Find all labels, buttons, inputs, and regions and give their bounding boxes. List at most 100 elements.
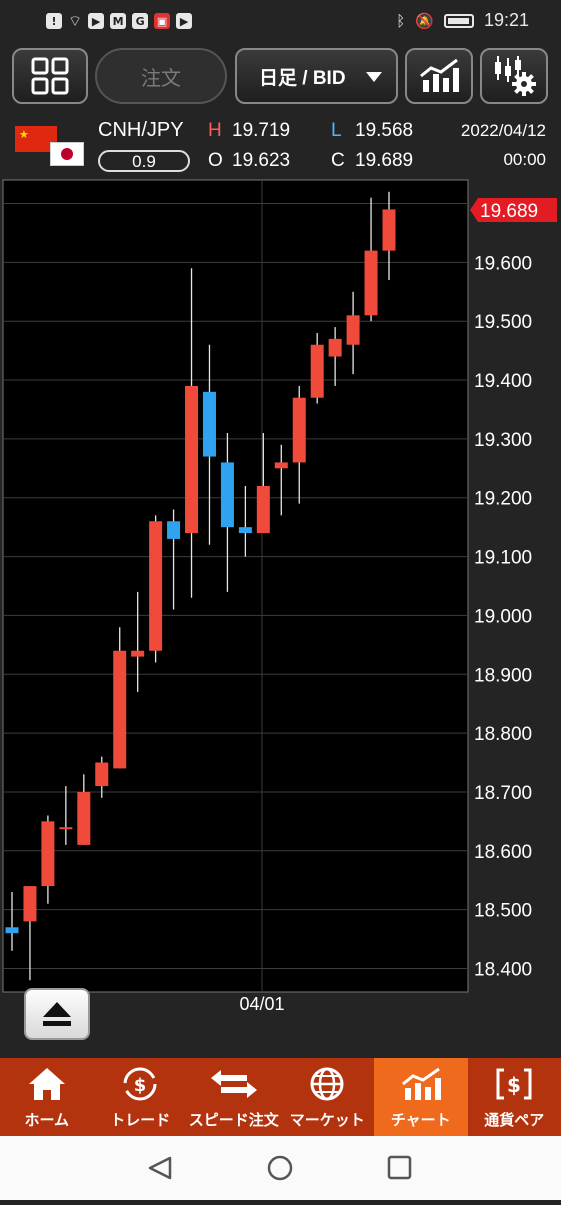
menu-grid-button[interactable]	[12, 48, 88, 104]
nav-label: ホーム	[24, 1109, 69, 1130]
currency-pair-icon: $	[494, 1066, 534, 1102]
chart-icon	[399, 1066, 443, 1102]
google-icon: G	[132, 13, 148, 29]
open-price: O19.623	[208, 150, 290, 172]
candle-up	[77, 792, 90, 845]
y-tick-label: 18.900	[474, 665, 532, 686]
indicator-button[interactable]	[405, 48, 473, 104]
bluetooth-icon: ᛒ	[396, 12, 405, 30]
order-button-label: 注文	[141, 62, 181, 91]
nav-label: スピード注文	[189, 1109, 279, 1130]
y-tick-label: 18.800	[474, 724, 532, 745]
back-icon[interactable]	[150, 1158, 170, 1178]
cube-icon: ▣	[154, 13, 170, 29]
timeframe-label: 日足 / BID	[259, 63, 346, 90]
status-bar: ! ⌔ ▶ M G ▣ ▶ ᛒ 🔕 19:21	[0, 0, 561, 42]
y-tick-label: 19.200	[474, 489, 532, 510]
speed-order-icon	[207, 1066, 261, 1102]
nav-label: チャート	[391, 1109, 451, 1130]
youtube-icon: ▶	[176, 13, 192, 29]
chevron-down-icon	[366, 72, 382, 82]
y-tick-label: 19.400	[474, 371, 532, 392]
nav-label: マーケット	[290, 1109, 365, 1130]
nav-label: 通貨ペア	[484, 1109, 544, 1130]
y-tick-label: 19.500	[474, 312, 532, 333]
eject-icon	[26, 990, 88, 1038]
nav-trade[interactable]: $ トレード	[94, 1058, 188, 1136]
nav-home[interactable]: ホーム	[0, 1058, 94, 1136]
toolbar: 注文 日足 / BID	[0, 42, 561, 110]
candle-date: 2022/04/12	[461, 121, 546, 141]
low-price: L19.568	[331, 120, 413, 142]
spread-badge: 0.9	[98, 150, 190, 172]
candle-up	[383, 209, 396, 250]
candle-up	[149, 521, 162, 650]
candle-up	[365, 251, 378, 316]
candle-up	[347, 315, 360, 344]
battery-icon	[444, 14, 474, 28]
alert-icon: !	[46, 13, 62, 29]
status-time: 19:21	[484, 10, 529, 31]
y-tick-label: 19.100	[474, 548, 532, 569]
notification-icons: ! ⌔ ▶ M G ▣ ▶	[46, 11, 192, 31]
chart-area[interactable]: 19.600 19.500 19.400 19.300 19.200 19.100 19.0…	[0, 178, 561, 1054]
globe-icon	[307, 1066, 347, 1102]
quote-info: ★ CNH/JPY 0.9 H19.719 L19.568 O19.623 C1…	[0, 112, 561, 178]
youtube-icon: ▶	[88, 13, 104, 29]
chart-settings-button[interactable]	[480, 48, 548, 104]
order-button[interactable]: 注文	[95, 48, 227, 104]
svg-text:$: $	[134, 1075, 147, 1096]
nav-currency-pair[interactable]: $ 通貨ペア	[468, 1058, 561, 1136]
y-tick-label: 19.600	[474, 253, 532, 274]
nav-speed-order[interactable]: スピード注文	[187, 1058, 281, 1136]
candle-down	[203, 392, 216, 457]
candle-up	[113, 651, 126, 769]
y-tick-label: 18.700	[474, 783, 532, 804]
candle-up	[59, 827, 72, 829]
candle-up	[257, 486, 270, 533]
candle-up	[131, 651, 144, 657]
candle-down	[221, 462, 234, 527]
bottom-nav: ホーム $ トレード スピード注文 マーケット	[0, 1058, 561, 1136]
gmail-icon: M	[110, 13, 126, 29]
recents-icon[interactable]	[389, 1157, 410, 1178]
system-nav-bar	[0, 1136, 561, 1200]
candle-up	[329, 339, 342, 357]
candle-down	[6, 927, 19, 933]
japan-flag-icon	[50, 142, 84, 166]
close-price: C19.689	[331, 150, 413, 172]
candlestick-chart[interactable]: 19.600 19.500 19.400 19.300 19.200 19.100 19.0…	[0, 178, 561, 1054]
candle-up	[185, 386, 198, 533]
plot-background	[3, 180, 468, 992]
timeframe-select[interactable]: 日足 / BID	[235, 48, 398, 104]
mute-icon: 🔕	[415, 12, 434, 30]
chart-indicator-icon	[417, 56, 461, 96]
nav-chart[interactable]: チャート	[374, 1058, 468, 1136]
candle-down	[239, 527, 252, 533]
y-tick-label: 19.300	[474, 430, 532, 451]
y-tick-label: 18.400	[474, 959, 532, 980]
grid-icon	[30, 56, 70, 96]
currency-pair-name: CNH/JPY	[98, 119, 184, 142]
high-price: H19.719	[208, 120, 290, 142]
candle-settings-icon	[490, 54, 538, 98]
collapse-panel-button[interactable]	[24, 988, 90, 1040]
candle-time: 00:00	[503, 150, 546, 170]
current-price-label: 19.689	[480, 201, 538, 222]
candle-up	[41, 821, 54, 886]
candle-up	[23, 886, 36, 921]
y-tick-label: 19.000	[474, 606, 532, 627]
candle-up	[275, 462, 288, 468]
x-tick-label: 04/01	[239, 994, 284, 1014]
trade-icon: $	[120, 1066, 160, 1102]
nav-market[interactable]: マーケット	[281, 1058, 375, 1136]
nav-label: トレード	[110, 1109, 170, 1130]
home-circle-icon[interactable]	[269, 1157, 291, 1179]
candle-up	[293, 398, 306, 463]
y-tick-label: 18.600	[474, 842, 532, 863]
candle-up	[95, 763, 108, 787]
candle-up	[311, 345, 324, 398]
y-tick-label: 18.500	[474, 901, 532, 922]
candle-down	[167, 521, 180, 539]
home-icon	[27, 1066, 67, 1102]
